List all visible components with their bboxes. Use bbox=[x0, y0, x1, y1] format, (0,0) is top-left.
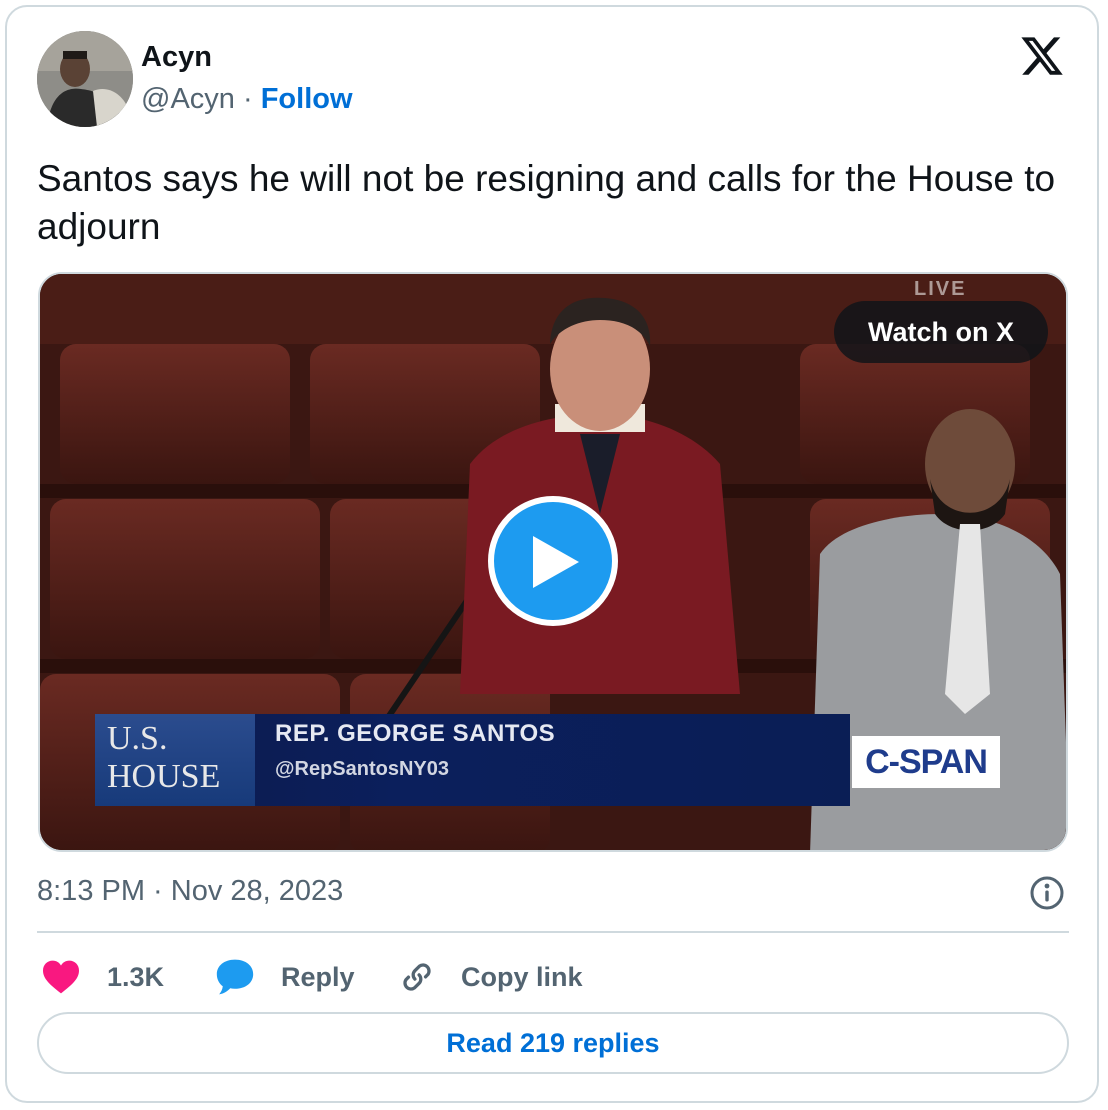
x-logo-icon[interactable] bbox=[1019, 33, 1065, 79]
copy-link-button[interactable]: Copy link bbox=[399, 949, 583, 1005]
meta-separator: · bbox=[242, 83, 253, 115]
author-handle[interactable]: @Acyn bbox=[141, 83, 235, 115]
tweet-timestamp[interactable]: 8:13 PM · Nov 28, 2023 bbox=[37, 875, 343, 908]
tweet-embed-card: Acyn @Acyn · Follow Santos says he will … bbox=[5, 5, 1099, 1103]
like-count: 1.3K bbox=[107, 961, 165, 992]
copy-link-label: Copy link bbox=[461, 961, 583, 992]
read-replies-button[interactable]: Read 219 replies bbox=[37, 1012, 1069, 1074]
lower-third-name: REP. GEORGE SANTOS bbox=[275, 720, 556, 747]
watch-on-x-button[interactable]: Watch on X bbox=[834, 301, 1048, 363]
reply-label: Reply bbox=[281, 961, 355, 992]
author-meta: @Acyn · Follow bbox=[141, 83, 353, 116]
us-house-logo-line1: U.S. bbox=[107, 720, 168, 757]
reply-button[interactable]: Reply bbox=[215, 949, 355, 1005]
divider bbox=[37, 931, 1069, 933]
reply-bubble-icon bbox=[216, 959, 254, 995]
tweet-text: Santos says he will not be resigning and… bbox=[37, 158, 1056, 247]
link-icon bbox=[403, 963, 431, 991]
follow-button[interactable]: Follow bbox=[261, 83, 353, 115]
lower-third-handle: @RepSantosNY03 bbox=[275, 758, 449, 780]
like-button[interactable]: 1.3K bbox=[41, 949, 164, 1005]
cspan-logo: C-SPAN bbox=[852, 736, 1000, 788]
author-name[interactable]: Acyn bbox=[141, 41, 212, 74]
play-button[interactable] bbox=[488, 496, 618, 626]
info-icon[interactable] bbox=[1029, 875, 1065, 911]
avatar[interactable] bbox=[37, 31, 133, 127]
live-indicator: LIVE bbox=[914, 278, 967, 300]
video-player[interactable]: LIVE Watch on X U.S. HOUSE REP. GEORGE S… bbox=[38, 272, 1068, 852]
play-icon bbox=[533, 536, 579, 588]
video-lower-third: U.S. HOUSE REP. GEORGE SANTOS @RepSantos… bbox=[95, 714, 850, 806]
us-house-logo: U.S. HOUSE bbox=[95, 714, 255, 806]
heart-icon bbox=[43, 960, 79, 994]
us-house-logo-line2: HOUSE bbox=[107, 758, 221, 795]
